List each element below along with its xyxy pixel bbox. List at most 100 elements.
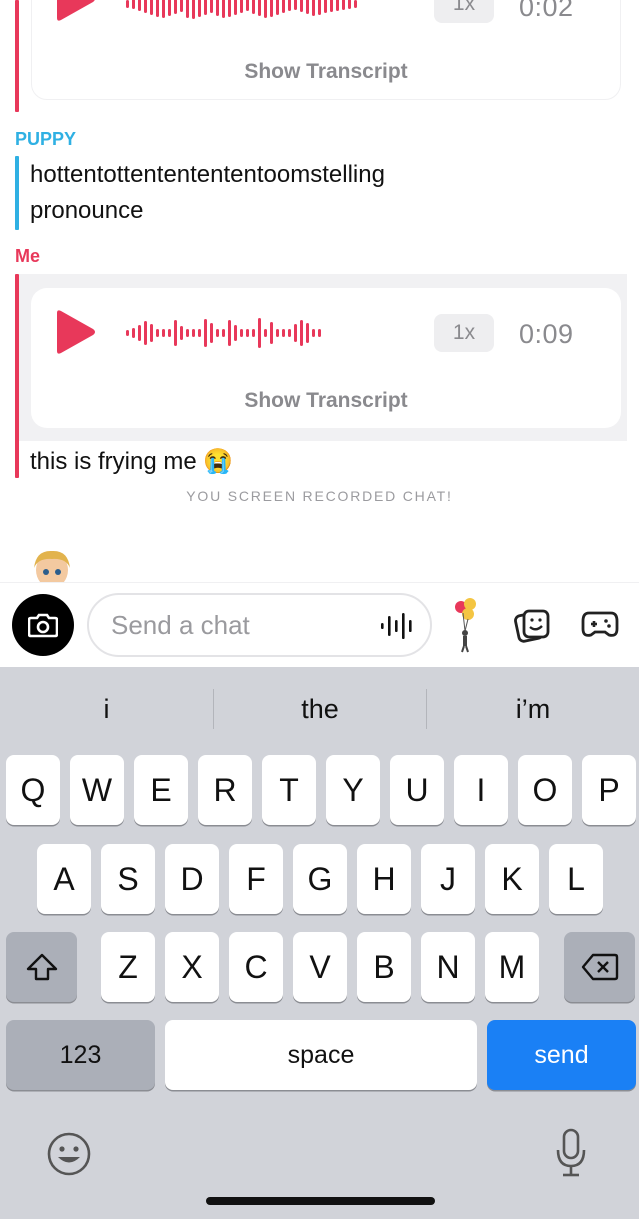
chat-message-text[interactable]: this is frying me 😭 xyxy=(30,444,233,480)
show-transcript-link[interactable]: Show Transcript xyxy=(31,389,621,413)
waveform-bar xyxy=(186,0,189,18)
key-e[interactable]: E xyxy=(134,755,188,825)
waveform-bar xyxy=(288,0,291,11)
playback-speed-button[interactable]: 1x xyxy=(434,314,494,352)
key-i[interactable]: I xyxy=(454,755,508,825)
suggestion-item[interactable]: i’m xyxy=(427,667,639,751)
waveform-bar xyxy=(138,0,141,11)
play-icon[interactable] xyxy=(51,0,97,22)
key-n[interactable]: N xyxy=(421,932,475,1002)
key-c[interactable]: C xyxy=(229,932,283,1002)
waveform-bar xyxy=(270,0,273,17)
waveform-bar xyxy=(282,329,285,337)
waveform-bar xyxy=(234,0,237,15)
key-q[interactable]: Q xyxy=(6,755,60,825)
space-key[interactable]: space xyxy=(165,1020,477,1090)
message-accent-bar xyxy=(15,0,19,112)
waveform-bar xyxy=(168,329,171,337)
waveform-bar xyxy=(300,320,303,346)
key-t[interactable]: T xyxy=(262,755,316,825)
home-indicator[interactable] xyxy=(206,1197,435,1205)
emoji-icon xyxy=(47,1132,91,1176)
key-g[interactable]: G xyxy=(293,844,347,914)
key-w[interactable]: W xyxy=(70,755,124,825)
show-transcript-link[interactable]: Show Transcript xyxy=(31,60,621,84)
key-m[interactable]: M xyxy=(485,932,539,1002)
chat-message-text[interactable]: hottentottententententoomstelling xyxy=(30,157,385,193)
voice-waveform[interactable] xyxy=(126,313,321,353)
sticker-icon xyxy=(514,609,550,643)
gamepad-icon xyxy=(581,611,619,637)
waveform-bar xyxy=(270,322,273,344)
waveform-bar xyxy=(216,0,219,16)
message-text: this is frying me xyxy=(30,448,197,475)
friend-bitmoji-avatar xyxy=(34,550,70,582)
camera-icon xyxy=(28,613,58,638)
suggestion-item[interactable]: i xyxy=(0,667,213,751)
ios-keyboard: i the i’m 123 space send Q W E R T Y U I… xyxy=(0,667,639,1219)
camera-button[interactable] xyxy=(12,594,74,656)
key-h[interactable]: H xyxy=(357,844,411,914)
key-u[interactable]: U xyxy=(390,755,444,825)
waveform-bar xyxy=(156,329,159,337)
waveform-bar xyxy=(132,0,135,9)
voice-waveform[interactable] xyxy=(126,0,357,24)
waveform-bar xyxy=(312,329,315,337)
games-button[interactable] xyxy=(580,606,620,644)
waveform-bar xyxy=(180,326,183,340)
key-v[interactable]: V xyxy=(293,932,347,1002)
key-x[interactable]: X xyxy=(165,932,219,1002)
key-f[interactable]: F xyxy=(229,844,283,914)
key-z[interactable]: Z xyxy=(101,932,155,1002)
shift-key[interactable] xyxy=(6,932,77,1002)
key-y[interactable]: Y xyxy=(326,755,380,825)
chat-thread[interactable]: 1x 0:02 Show Transcript PUPPY hottentott… xyxy=(0,0,639,582)
waveform-bar xyxy=(144,321,147,345)
key-p[interactable]: P xyxy=(582,755,636,825)
bitmoji-balloon-button[interactable] xyxy=(450,595,482,655)
waveform-bar xyxy=(204,319,207,347)
key-o[interactable]: O xyxy=(518,755,572,825)
waveform-bar xyxy=(294,324,297,342)
waveform-bar xyxy=(318,329,321,337)
playback-speed-button[interactable]: 1x xyxy=(434,0,494,23)
waveform-bar xyxy=(216,329,219,337)
waveform-bar xyxy=(180,0,183,12)
waveform-bar xyxy=(162,0,165,18)
key-d[interactable]: D xyxy=(165,844,219,914)
waveform-bar xyxy=(276,0,279,15)
numbers-key[interactable]: 123 xyxy=(6,1020,155,1090)
send-key[interactable]: send xyxy=(487,1020,636,1090)
microphone-icon xyxy=(556,1128,586,1177)
waveform-bar xyxy=(144,0,147,13)
dictation-button[interactable] xyxy=(552,1127,590,1179)
waveform-bar xyxy=(240,329,243,337)
suggestion-item[interactable]: the xyxy=(214,667,426,751)
sticker-button[interactable] xyxy=(512,605,552,645)
voice-wave-icon[interactable] xyxy=(379,612,419,640)
waveform-bar xyxy=(156,0,159,17)
play-icon[interactable] xyxy=(51,309,97,355)
message-accent-bar xyxy=(15,156,19,230)
waveform-bar xyxy=(312,0,315,16)
key-l[interactable]: L xyxy=(549,844,603,914)
key-r[interactable]: R xyxy=(198,755,252,825)
send-chat-input[interactable] xyxy=(111,607,361,643)
key-b[interactable]: B xyxy=(357,932,411,1002)
chat-input-field[interactable] xyxy=(87,593,432,657)
key-k[interactable]: K xyxy=(485,844,539,914)
key-j[interactable]: J xyxy=(421,844,475,914)
waveform-bar xyxy=(294,0,297,10)
waveform-bar xyxy=(324,0,327,13)
emoji-keyboard-button[interactable] xyxy=(46,1131,92,1177)
waveform-bar xyxy=(204,0,207,15)
waveform-bar xyxy=(282,0,285,13)
key-a[interactable]: A xyxy=(37,844,91,914)
waveform-bar xyxy=(264,0,267,18)
key-s[interactable]: S xyxy=(101,844,155,914)
chat-message-text[interactable]: pronounce xyxy=(30,193,143,229)
backspace-key[interactable] xyxy=(564,932,635,1002)
backspace-icon xyxy=(581,953,618,981)
waveform-bar xyxy=(354,0,357,8)
waveform-bar xyxy=(210,0,213,13)
